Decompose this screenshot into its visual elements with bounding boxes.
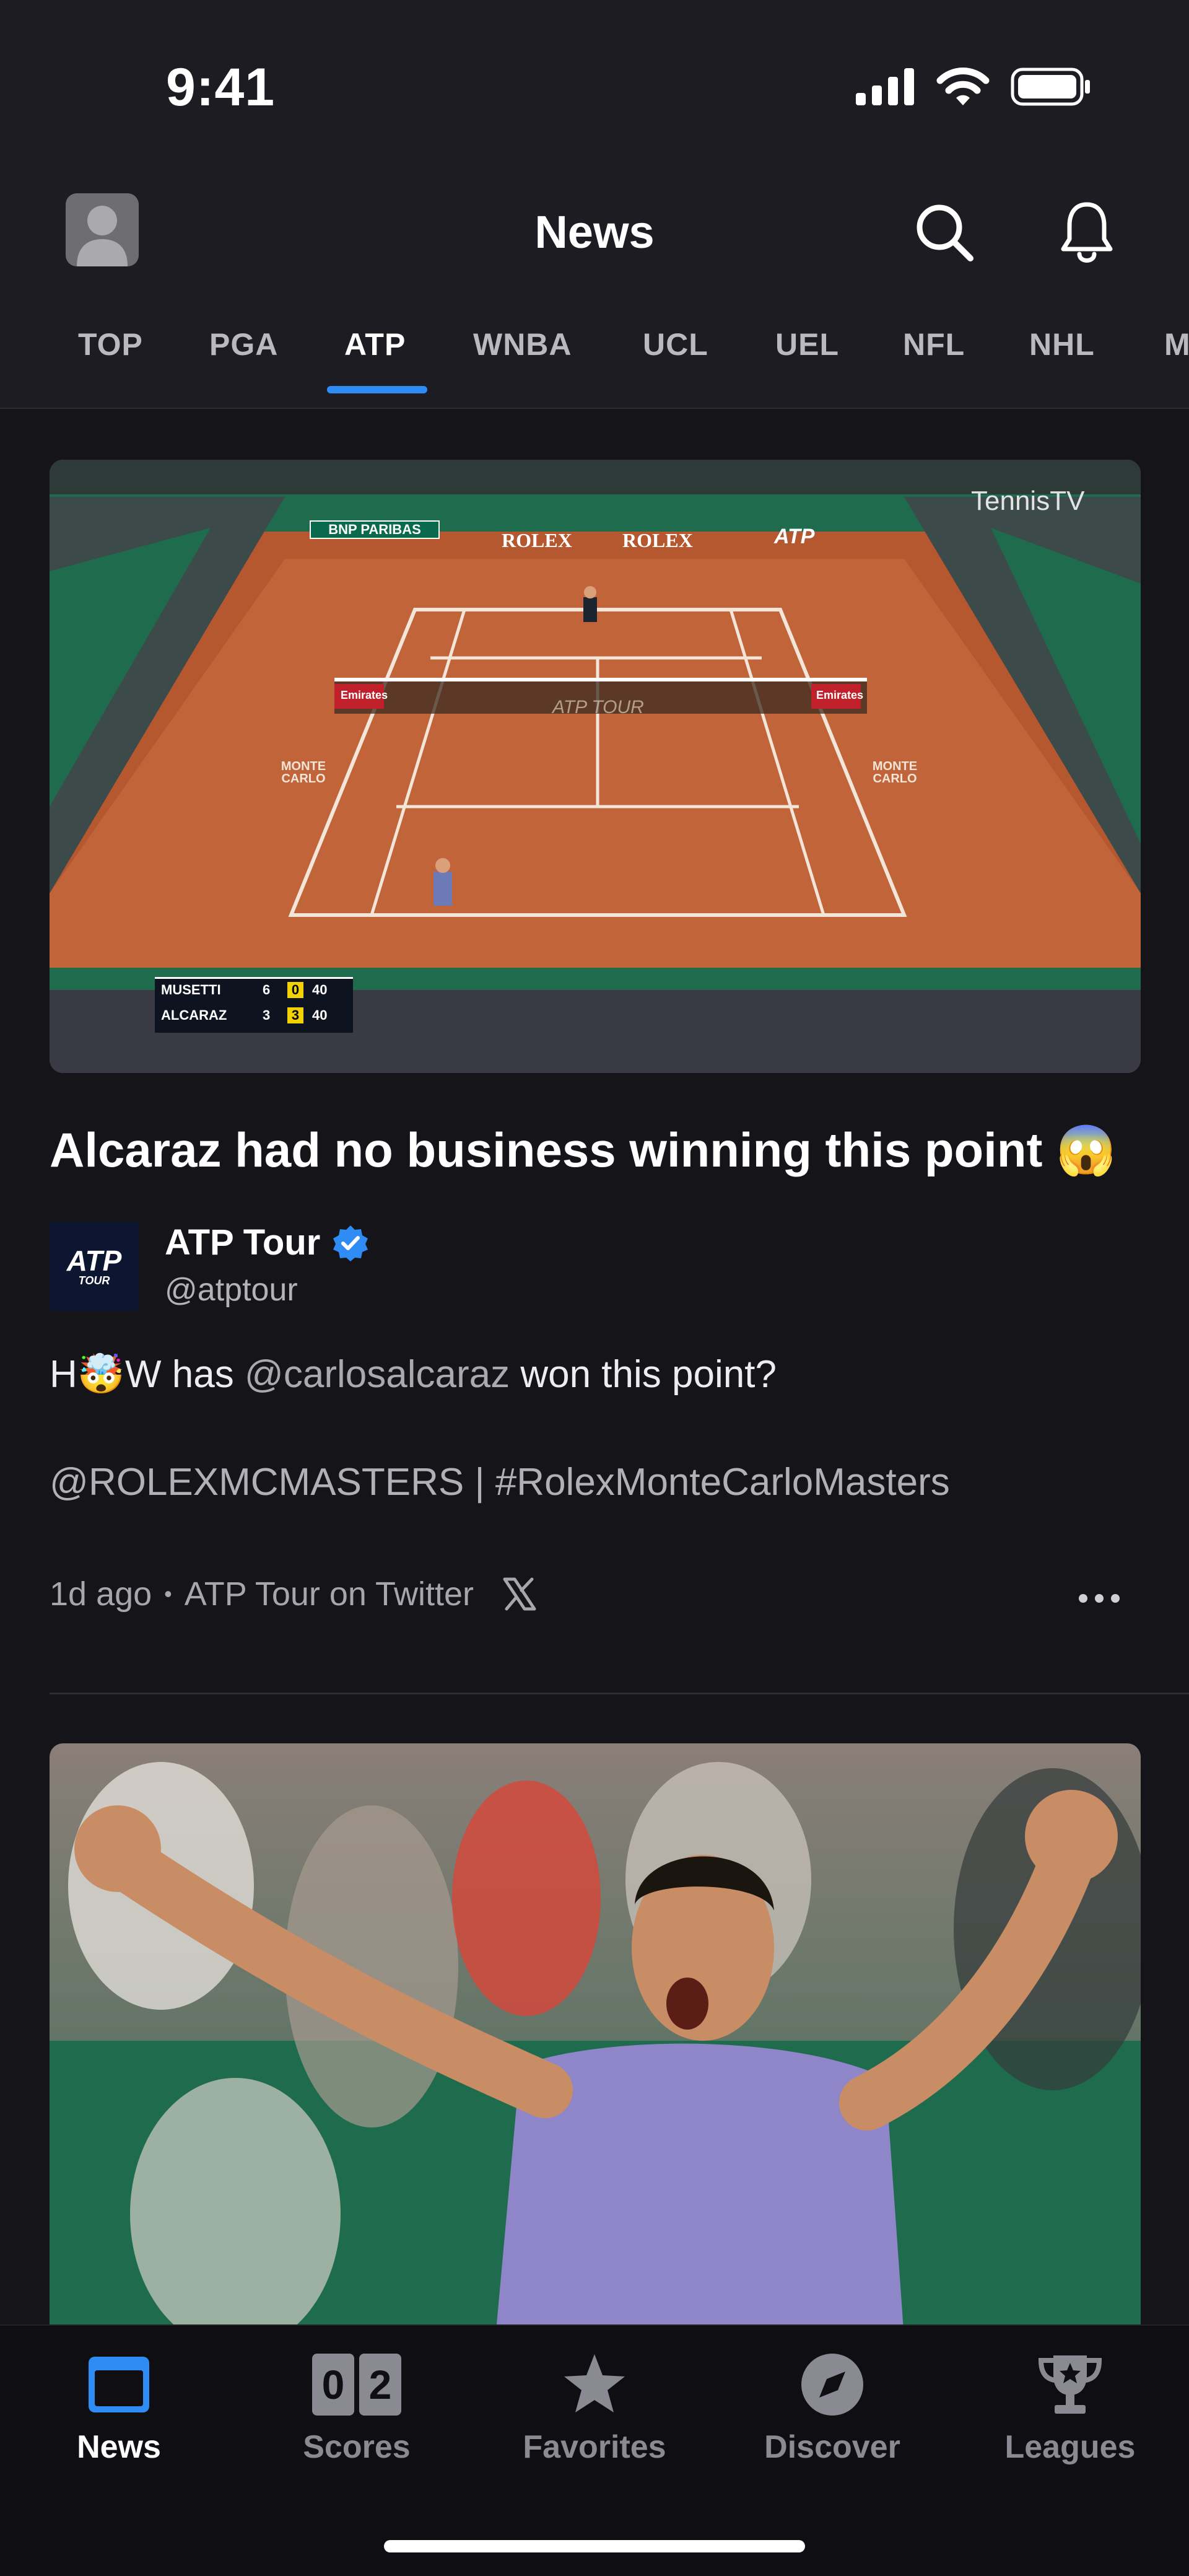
news-icon [89, 2357, 149, 2412]
star-icon [564, 2354, 625, 2412]
more-options-button[interactable] [1071, 1580, 1127, 1617]
source-name[interactable]: ATP Tour [165, 1222, 370, 1263]
tab-uel[interactable]: UEL [775, 326, 839, 362]
tab-wnba[interactable]: WNBA [473, 326, 572, 362]
post-body-mid: W has [124, 1353, 245, 1396]
tennis-court-image [50, 460, 1141, 1073]
court-logo-left: MONTE CARLO [281, 760, 326, 786]
atp-banner: ATP [774, 525, 815, 548]
emirates-sign-left: Emirates [341, 689, 388, 701]
source-handle[interactable]: @atptour [165, 1271, 298, 1308]
tab-pga[interactable]: PGA [209, 326, 278, 362]
player1-sets: 6 [263, 982, 271, 997]
status-bar: 9:41 [0, 0, 1189, 173]
post-mention-link[interactable]: @carlosalcaraz [245, 1353, 510, 1396]
scoreboard-row-2: ALCARAZ 3 3 40 [161, 1007, 347, 1023]
verified-badge-icon [333, 1225, 368, 1261]
tab-bar-scores[interactable]: 0 2 Scores [238, 2344, 476, 2466]
tab-bar-discover[interactable]: Discover [713, 2344, 951, 2466]
sport-tabs: TOP PGA ATP WNBA UCL UEL NFL NHL M [0, 313, 1189, 409]
post-video-thumbnail[interactable]: BNP PARIBAS ROLEX ROLEX ATP TennisTV Emi… [50, 460, 1141, 1073]
home-indicator[interactable] [384, 2540, 805, 2552]
bottom-tab-bar: News 0 2 Scores Favorites Discover Leagu… [0, 2324, 1189, 2576]
player2-games: 3 [287, 1007, 303, 1023]
rolex-banner-right: ROLEX [622, 529, 693, 551]
tab-bar-favorites-label: Favorites [523, 2429, 666, 2465]
scoreboard-row-1: MUSETTI 6 0 40 [161, 982, 347, 998]
player1-games: 0 [287, 982, 303, 998]
post-time-ago: 1d ago [50, 1575, 152, 1613]
source-logo[interactable]: ATP TOUR [50, 1222, 139, 1311]
post-body-suffix: won this point? [510, 1353, 777, 1396]
news-feed[interactable]: BNP PARIBAS ROLEX ROLEX ATP TennisTV Emi… [0, 410, 1189, 2324]
source-name-text: ATP Tour [165, 1222, 321, 1263]
x-logo-icon [503, 1577, 536, 1611]
dot-icon [1111, 1594, 1120, 1603]
dot-icon [1079, 1594, 1087, 1603]
post-headline[interactable]: Alcaraz had no business winning this poi… [50, 1123, 1146, 1178]
net-logo: ATP TOUR [552, 697, 644, 717]
cellular-signal-icon [856, 68, 914, 105]
tab-ucl[interactable]: UCL [643, 326, 708, 362]
player2-name: ALCARAZ [161, 1007, 227, 1023]
source-logo-subtext: TOUR [78, 1274, 110, 1287]
tab-bar-discover-label: Discover [764, 2429, 900, 2465]
post-meta: 1d ago • ATP Tour on Twitter [50, 1575, 538, 1613]
player2-points: 40 [312, 1007, 328, 1023]
rolex-banner-left: ROLEX [502, 529, 572, 551]
status-time: 9:41 [166, 58, 276, 117]
tab-top[interactable]: TOP [78, 326, 143, 362]
trophy-icon [1038, 2355, 1102, 2414]
player1-points: 40 [312, 982, 328, 997]
court-logo-right: MONTE CARLO [872, 760, 918, 786]
meta-separator: • [164, 1581, 172, 1606]
mind-blown-emoji: 🤯 [77, 1353, 125, 1396]
tab-atp[interactable]: ATP [344, 326, 406, 362]
player-celebration-image [50, 1743, 1141, 2324]
post-body-line-2[interactable]: @ROLEXMCMASTERS | #RolexMonteCarloMaster… [50, 1460, 950, 1504]
post-body-line-1: H🤯W has @carlosalcaraz won this point? [50, 1352, 777, 1397]
search-button[interactable] [910, 198, 978, 266]
tab-bar-news-label: News [77, 2429, 161, 2465]
compass-icon [801, 2354, 863, 2416]
sponsor-banner: BNP PARIBAS [310, 520, 440, 539]
player2-sets: 3 [263, 1007, 271, 1023]
emirates-sign-right: Emirates [816, 689, 864, 701]
wifi-icon [936, 68, 990, 105]
source-logo-text: ATP [66, 1245, 122, 1277]
tab-bar-leagues-label: Leagues [1004, 2429, 1136, 2465]
player1-name: MUSETTI [161, 982, 221, 997]
tab-nfl[interactable]: NFL [903, 326, 965, 362]
bell-icon [1061, 202, 1113, 263]
tab-bar-leagues[interactable]: Leagues [951, 2344, 1189, 2466]
tennis-tv-watermark: TennisTV [971, 486, 1085, 516]
tab-bar-favorites[interactable]: Favorites [476, 2344, 713, 2466]
status-icons [856, 67, 1091, 107]
battery-icon [1011, 68, 1090, 106]
tab-nhl[interactable]: NHL [1029, 326, 1095, 362]
tab-more[interactable]: M [1164, 326, 1189, 362]
scores-digit-1: 0 [312, 2354, 354, 2416]
post-body-prefix: H [50, 1353, 77, 1396]
post-image-2[interactable] [50, 1743, 1141, 2324]
post-platform: ATP Tour on Twitter [184, 1575, 474, 1613]
scores-digit-2: 2 [359, 2354, 401, 2416]
page-title: News [534, 206, 655, 258]
tab-bar-news[interactable]: News [0, 2344, 238, 2466]
scores-icon: 0 2 [238, 2344, 476, 2425]
active-tab-indicator [327, 386, 427, 393]
feed-divider [50, 1693, 1189, 1694]
notifications-button[interactable] [1053, 198, 1121, 266]
search-icon [917, 204, 973, 261]
tab-bar-scores-label: Scores [303, 2429, 411, 2465]
dot-icon [1095, 1594, 1104, 1603]
app-header: News TOP PGA ATP WNBA UCL UEL NFL NHL M [0, 173, 1189, 409]
